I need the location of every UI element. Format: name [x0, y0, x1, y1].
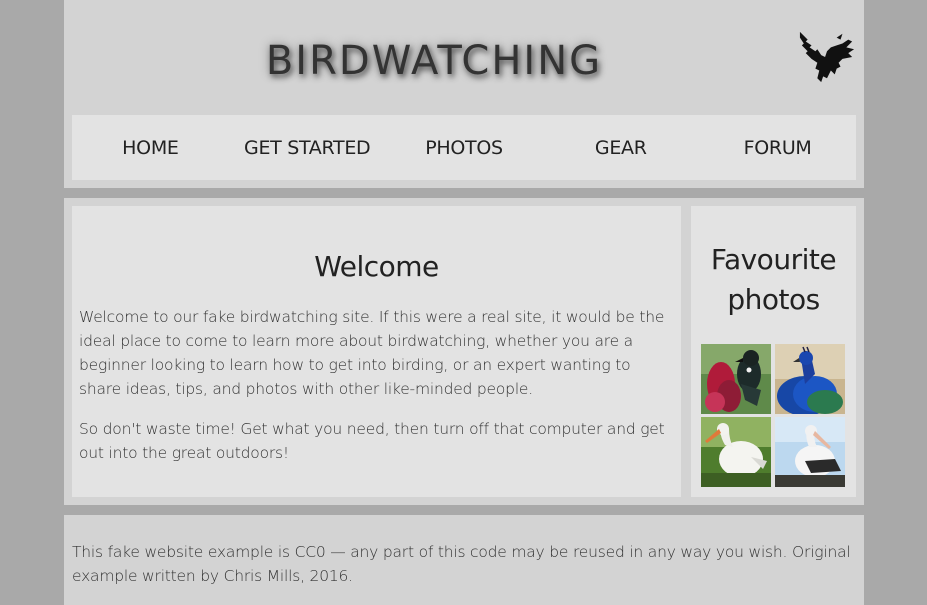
tui-bird-photo[interactable] [701, 344, 771, 414]
footer-text: This fake website example is CC0 — any p… [72, 543, 851, 585]
main-nav: HOME GET STARTED PHOTOS GEAR FORUM [72, 115, 856, 180]
favourite-photos-sidebar: Favourite photos [691, 206, 856, 497]
nav-forum-label: FORUM [743, 136, 812, 159]
photo-grid [701, 344, 847, 487]
site-title: BIRDWATCHING [265, 38, 603, 84]
welcome-article: Welcome Welcome to our fake birdwatching… [72, 206, 681, 497]
sidebar-heading: Favourite photos [710, 243, 837, 316]
nav-gear[interactable]: GEAR [542, 137, 699, 159]
article-heading: Welcome [314, 250, 439, 283]
nav-photos[interactable]: PHOTOS [386, 137, 543, 159]
nav-gear-label: GEAR [594, 136, 647, 159]
nav-get-started-label: GET STARTED [244, 136, 371, 159]
bird-silhouette-icon [799, 31, 855, 83]
main-content: Welcome Welcome to our fake birdwatching… [64, 198, 864, 505]
stork-photo[interactable] [701, 417, 771, 487]
nav-get-started[interactable]: GET STARTED [229, 137, 386, 159]
nav-photos-label: PHOTOS [425, 136, 503, 159]
nav-forum[interactable]: FORUM [699, 137, 856, 159]
nav-home[interactable]: HOME [72, 137, 229, 159]
site-footer: This fake website example is CC0 — any p… [64, 515, 864, 605]
peacock-photo[interactable] [775, 344, 845, 414]
site-header: BIRDWATCHING HOME GET STARTED PHOTOS GEA… [64, 0, 864, 188]
nav-home-label: HOME [122, 136, 179, 159]
article-paragraph: Welcome to our fake birdwatching site. I… [79, 308, 665, 398]
pelican-photo[interactable] [775, 417, 845, 487]
article-paragraph: So don't waste time! Get what you need, … [79, 420, 665, 462]
